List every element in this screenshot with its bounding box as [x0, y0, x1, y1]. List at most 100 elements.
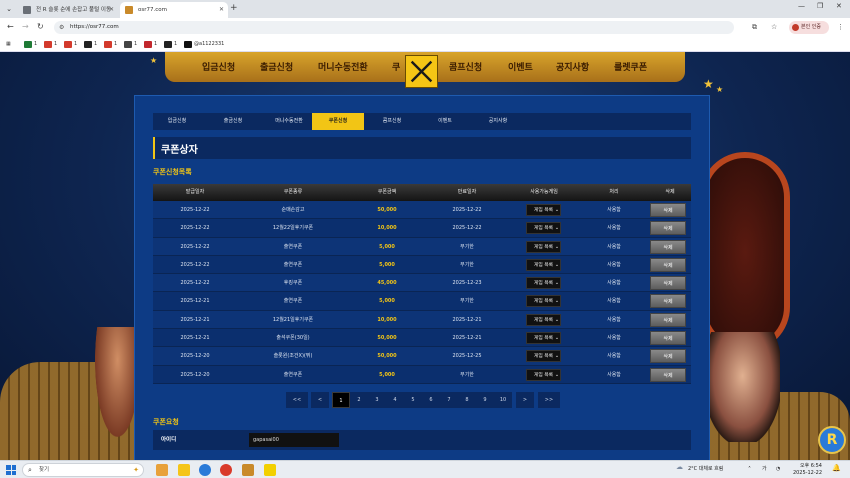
- page-button[interactable]: 1: [332, 392, 350, 408]
- page-button[interactable]: >: [516, 392, 534, 408]
- close-tab-icon[interactable]: ✕: [109, 2, 114, 18]
- edge-icon[interactable]: [199, 464, 211, 476]
- top-menu-coupon[interactable]: 쿠: [392, 60, 400, 73]
- cell-coupon-amount: 10,000: [377, 225, 397, 232]
- top-menu-money-convert[interactable]: 머니수동전환: [318, 60, 368, 73]
- maximize-icon[interactable]: ❐: [817, 2, 823, 10]
- extensions-icon[interactable]: ⧉: [752, 23, 757, 32]
- sub-nav-comp[interactable]: 콤프신청: [367, 113, 417, 130]
- page-button[interactable]: 2: [350, 392, 368, 408]
- delete-button[interactable]: 삭제: [650, 239, 686, 254]
- page-button[interactable]: 6: [422, 392, 440, 408]
- delete-button[interactable]: 삭제: [650, 203, 686, 217]
- sub-nav-money-convert[interactable]: 머니수동전환: [261, 113, 317, 130]
- page-button[interactable]: 5: [404, 392, 422, 408]
- coupon-table: 발급일자 쿠폰종류 쿠폰금액 만료일자 사용가능게임 처리 삭제 2025-12…: [153, 184, 691, 384]
- page-button[interactable]: 7: [440, 392, 458, 408]
- bookmark-item[interactable]: @a1122331: [184, 40, 224, 49]
- clock-time[interactable]: 오후 6:54: [794, 463, 822, 470]
- chrome-icon[interactable]: [220, 464, 232, 476]
- top-menu-withdraw[interactable]: 출금신청: [260, 60, 293, 73]
- sub-nav-deposit[interactable]: 입금신청: [153, 113, 201, 130]
- top-menu-notice[interactable]: 공지사항: [556, 60, 589, 73]
- top-menu-deposit[interactable]: 입금신청: [202, 60, 235, 73]
- bookmark-item[interactable]: 1: [144, 40, 157, 49]
- sub-nav-coupon[interactable]: 쿠폰신청: [312, 113, 364, 130]
- taskbar-app-icon-active[interactable]: [242, 464, 254, 476]
- taskbar-app-icon[interactable]: [156, 464, 168, 476]
- taskbar-app-icon[interactable]: [178, 464, 190, 476]
- bookmark-star-icon[interactable]: ☆: [771, 23, 777, 31]
- copilot-sparkle-icon: ✦: [133, 466, 139, 474]
- cell-expire-date: 2025-12-22: [452, 207, 482, 213]
- weather-text: 2°C 대체로 흐림: [688, 466, 724, 472]
- cell-coupon-type: 12월21일후기쿠폰: [272, 316, 314, 323]
- apps-icon[interactable]: ▦: [6, 40, 11, 49]
- page-button[interactable]: <: [311, 392, 329, 408]
- cell-status: 사용함: [607, 298, 621, 305]
- tab-search-icon[interactable]: ⌄: [4, 4, 14, 14]
- new-tab-button[interactable]: +: [230, 3, 238, 13]
- delete-button[interactable]: 삭제: [650, 331, 686, 346]
- chevron-down-icon: ⌄: [554, 225, 560, 232]
- site-info-icon[interactable]: ⚙: [59, 21, 64, 34]
- bookmark-icon: [164, 41, 172, 48]
- request-id-field[interactable]: gapasai00: [249, 433, 339, 447]
- profile-button[interactable]: 본인 인증: [789, 21, 829, 34]
- delete-button[interactable]: 삭제: [650, 312, 686, 327]
- bookmark-item[interactable]: 1: [124, 40, 137, 49]
- network-icon[interactable]: ◔: [776, 466, 780, 473]
- bookmark-item[interactable]: 1: [44, 40, 57, 49]
- top-menu-comp[interactable]: 콤프신청: [449, 60, 482, 73]
- tray-chevron-icon[interactable]: ˄: [748, 466, 751, 473]
- tab-title: 전 R 슬롯 순에 손잡고 풀털 이동: [36, 7, 112, 13]
- top-menu-roulette[interactable]: 룰렛쿠폰: [614, 60, 647, 73]
- tab-1[interactable]: 전 R 슬롯 순에 손잡고 풀털 이동 ✕: [18, 2, 118, 18]
- page-button[interactable]: >>: [538, 392, 560, 408]
- page-button[interactable]: 9: [476, 392, 494, 408]
- sub-nav-event[interactable]: 이벤트: [420, 113, 470, 130]
- kakaotalk-icon[interactable]: [264, 464, 276, 476]
- cell-issue-date: 2025-12-22: [180, 280, 210, 287]
- bookmark-item[interactable]: 1: [164, 40, 177, 49]
- table-row: 2025-12-20 출연쿠폰 5,000 무기한 사용함 게임 목록 ⌄ 삭제: [153, 365, 691, 384]
- reload-icon[interactable]: ↻: [37, 22, 44, 32]
- windows-start-icon[interactable]: [6, 465, 16, 475]
- bookmark-item[interactable]: 1: [84, 40, 97, 49]
- top-menu-event[interactable]: 이벤트: [508, 60, 533, 73]
- delete-button[interactable]: 삭제: [650, 367, 686, 382]
- page-button[interactable]: 10: [494, 392, 512, 408]
- page-button[interactable]: 3: [368, 392, 386, 408]
- bookmark-item[interactable]: 1: [24, 40, 37, 49]
- forward-icon[interactable]: →: [22, 22, 29, 32]
- delete-button[interactable]: 삭제: [650, 349, 686, 364]
- delete-button[interactable]: 삭제: [650, 294, 686, 309]
- sub-nav-withdraw[interactable]: 출금신청: [209, 113, 257, 130]
- sub-nav-notice[interactable]: 공지사항: [473, 113, 523, 130]
- ime-icon[interactable]: 가: [762, 466, 767, 473]
- bookmark-item[interactable]: 1: [104, 40, 117, 49]
- close-icon[interactable]: [405, 55, 438, 88]
- close-x-glyph: [410, 60, 433, 83]
- page-button[interactable]: <<: [286, 392, 308, 408]
- cell-expire-date: 무기한: [460, 243, 474, 250]
- bookmark-item[interactable]: 1: [64, 40, 77, 49]
- back-icon[interactable]: ←: [7, 22, 14, 32]
- notification-bell-icon[interactable]: 🔔: [832, 465, 841, 472]
- page-button[interactable]: 4: [386, 392, 404, 408]
- delete-button[interactable]: 삭제: [650, 276, 686, 291]
- more-menu-icon[interactable]: ⋮: [837, 23, 844, 31]
- table-body: 2025-12-22 순매손감고 50,000 2025-12-22 사용함 게임 목록 ⌄…: [153, 201, 691, 384]
- clock-date[interactable]: 2025-12-22: [790, 470, 822, 477]
- tab-2-active[interactable]: osr77.com ✕: [120, 2, 228, 18]
- cell-expire-date: 무기한: [460, 371, 474, 378]
- cell-issue-date: 2025-12-20: [180, 353, 210, 360]
- close-tab-icon[interactable]: ✕: [219, 2, 224, 18]
- delete-button[interactable]: 삭제: [650, 257, 686, 272]
- delete-button[interactable]: 삭제: [650, 221, 686, 236]
- close-window-icon[interactable]: ✕: [836, 2, 842, 10]
- taskbar-search[interactable]: ⌕ 찾기 ✦: [22, 463, 144, 477]
- minimize-icon[interactable]: —: [798, 2, 805, 10]
- url-input[interactable]: ⚙ https://osr77.com: [54, 21, 734, 34]
- page-button[interactable]: 8: [458, 392, 476, 408]
